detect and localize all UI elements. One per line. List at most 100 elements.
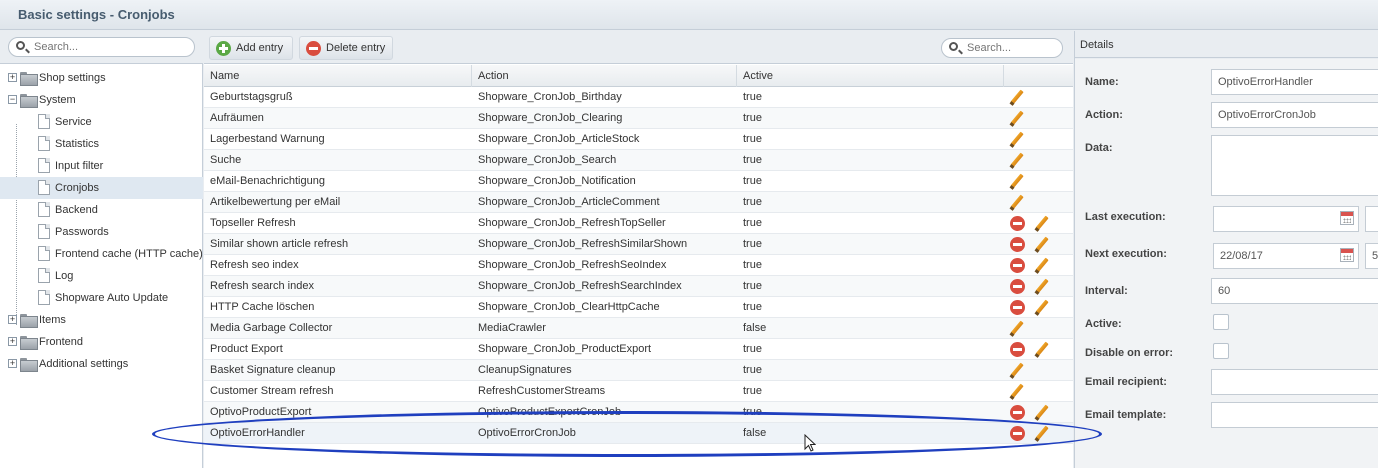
expand-icon[interactable]: + [8, 315, 17, 324]
table-row[interactable]: Similar shown article refresh Shopware_Cr… [204, 234, 1073, 255]
cell-active: true [743, 196, 762, 208]
delete-row-icon[interactable] [1010, 405, 1025, 420]
tree-item[interactable]: + Items [0, 309, 203, 331]
tree-item[interactable]: Log [0, 265, 203, 287]
expand-icon[interactable]: + [8, 359, 17, 368]
table-row[interactable]: Aufräumen Shopware_CronJob_Clearing true [204, 108, 1073, 129]
tree-item[interactable]: − System [0, 89, 203, 111]
last-execution-label: Last execution: [1085, 211, 1166, 223]
active-checkbox[interactable] [1213, 314, 1229, 330]
table-row[interactable]: HTTP Cache löschen Shopware_CronJob_Clear… [204, 297, 1073, 318]
grid-search-input[interactable] [967, 41, 1057, 55]
action-field[interactable]: OptivoErrorCronJob [1211, 102, 1378, 128]
last-execution-date-field[interactable] [1213, 206, 1359, 232]
table-row[interactable]: Topseller Refresh Shopware_CronJob_Refres… [204, 213, 1073, 234]
cell-action: Shopware_CronJob_ProductExport [478, 343, 652, 355]
edit-pencil-icon[interactable] [1034, 278, 1050, 295]
disable-on-error-checkbox[interactable] [1213, 343, 1229, 359]
table-row[interactable]: Media Garbage Collector MediaCrawler false [204, 318, 1073, 339]
cell-name: Artikelbewertung per eMail [210, 196, 341, 208]
column-header-actions [1004, 65, 1073, 87]
interval-field[interactable]: 60 [1211, 278, 1378, 304]
column-header-action[interactable]: Action [472, 65, 737, 87]
cell-active: true [743, 175, 762, 187]
table-row[interactable]: Refresh seo index Shopware_CronJob_Refres… [204, 255, 1073, 276]
document-icon [38, 224, 50, 239]
edit-pencil-icon[interactable] [1009, 152, 1025, 169]
delete-row-icon[interactable] [1010, 258, 1025, 273]
calendar-icon[interactable] [1340, 248, 1354, 262]
last-execution-time-field[interactable] [1365, 206, 1378, 232]
edit-pencil-icon[interactable] [1009, 320, 1025, 337]
edit-pencil-icon[interactable] [1009, 194, 1025, 211]
delete-row-icon[interactable] [1010, 279, 1025, 294]
cell-name: Suche [210, 154, 242, 166]
data-textarea[interactable] [1211, 135, 1378, 196]
expand-icon[interactable]: + [8, 73, 17, 82]
table-row[interactable]: Suche Shopware_CronJob_Search true [204, 150, 1073, 171]
edit-pencil-icon[interactable] [1009, 110, 1025, 127]
table-row[interactable]: Artikelbewertung per eMail Shopware_CronJ… [204, 192, 1073, 213]
column-header-active[interactable]: Active [737, 65, 1004, 87]
add-entry-button[interactable]: Add entry [209, 36, 293, 60]
calendar-icon[interactable] [1340, 211, 1354, 225]
tree-item[interactable]: Statistics [0, 133, 203, 155]
expand-icon[interactable]: + [8, 337, 17, 346]
tree-item[interactable]: Backend [0, 199, 203, 221]
action-label: Action: [1085, 109, 1123, 121]
name-field[interactable]: OptivoErrorHandler [1211, 69, 1378, 95]
tree-item[interactable]: Input filter [0, 155, 203, 177]
delete-row-icon[interactable] [1010, 216, 1025, 231]
tree-item[interactable]: + Shop settings [0, 67, 203, 89]
edit-pencil-icon[interactable] [1034, 215, 1050, 232]
cell-active: true [743, 280, 762, 292]
edit-pencil-icon[interactable] [1034, 341, 1050, 358]
table-row[interactable]: eMail-Benachrichtigung Shopware_CronJob_N… [204, 171, 1073, 192]
tree-item[interactable]: Shopware Auto Update [0, 287, 203, 309]
tree-item[interactable]: Passwords [0, 221, 203, 243]
edit-pencil-icon[interactable] [1009, 362, 1025, 379]
edit-pencil-icon[interactable] [1034, 299, 1050, 316]
table-row[interactable]: Customer Stream refresh RefreshCustomerSt… [204, 381, 1073, 402]
table-row[interactable]: Geburtstagsgruß Shopware_CronJob_Birthday… [204, 87, 1073, 108]
tree-item[interactable]: + Frontend [0, 331, 203, 353]
email-template-field[interactable] [1211, 402, 1378, 428]
email-recipient-field[interactable] [1211, 369, 1378, 395]
tree-item-label: Shop settings [39, 72, 106, 84]
cell-active: true [743, 406, 762, 418]
edit-pencil-icon[interactable] [1034, 404, 1050, 421]
column-header-name[interactable]: Name [204, 65, 472, 87]
edit-pencil-icon[interactable] [1034, 425, 1050, 442]
table-row[interactable]: Refresh search index Shopware_CronJob_Ref… [204, 276, 1073, 297]
edit-pencil-icon[interactable] [1009, 89, 1025, 106]
tree-item-label: Additional settings [39, 358, 129, 370]
tree-item[interactable]: Service [0, 111, 203, 133]
tree-search-input[interactable] [34, 40, 174, 54]
tree-item[interactable]: Frontend cache (HTTP cache) [0, 243, 203, 265]
next-execution-time-field[interactable]: 5 [1365, 243, 1378, 269]
edit-pencil-icon[interactable] [1009, 131, 1025, 148]
tree-item[interactable]: Cronjobs [0, 177, 203, 199]
tree-search-box[interactable] [8, 37, 195, 57]
edit-pencil-icon[interactable] [1034, 257, 1050, 274]
grid-search-box[interactable] [941, 38, 1063, 58]
delete-row-icon[interactable] [1010, 342, 1025, 357]
delete-entry-button[interactable]: Delete entry [299, 36, 393, 60]
next-execution-date-field[interactable]: 22/08/17 [1213, 243, 1359, 269]
delete-row-icon[interactable] [1010, 237, 1025, 252]
tree-item[interactable]: + Additional settings [0, 353, 203, 375]
table-row[interactable]: Basket Signature cleanup CleanupSignature… [204, 360, 1073, 381]
table-row[interactable]: OptivoProductExport OptivoProductExportCr… [204, 402, 1073, 423]
window-titlebar: Basic settings - Cronjobs [0, 0, 1378, 30]
table-row[interactable]: OptivoErrorHandler OptivoErrorCronJob fals… [204, 423, 1073, 444]
tree-item-label: Backend [55, 204, 98, 216]
table-row[interactable]: Lagerbestand Warnung Shopware_CronJob_Art… [204, 129, 1073, 150]
delete-row-icon[interactable] [1010, 426, 1025, 441]
cell-action: Shopware_CronJob_Search [478, 154, 617, 166]
edit-pencil-icon[interactable] [1009, 173, 1025, 190]
table-row[interactable]: Product Export Shopware_CronJob_ProductEx… [204, 339, 1073, 360]
edit-pencil-icon[interactable] [1034, 236, 1050, 253]
delete-row-icon[interactable] [1010, 300, 1025, 315]
collapse-icon[interactable]: − [8, 95, 17, 104]
edit-pencil-icon[interactable] [1009, 383, 1025, 400]
